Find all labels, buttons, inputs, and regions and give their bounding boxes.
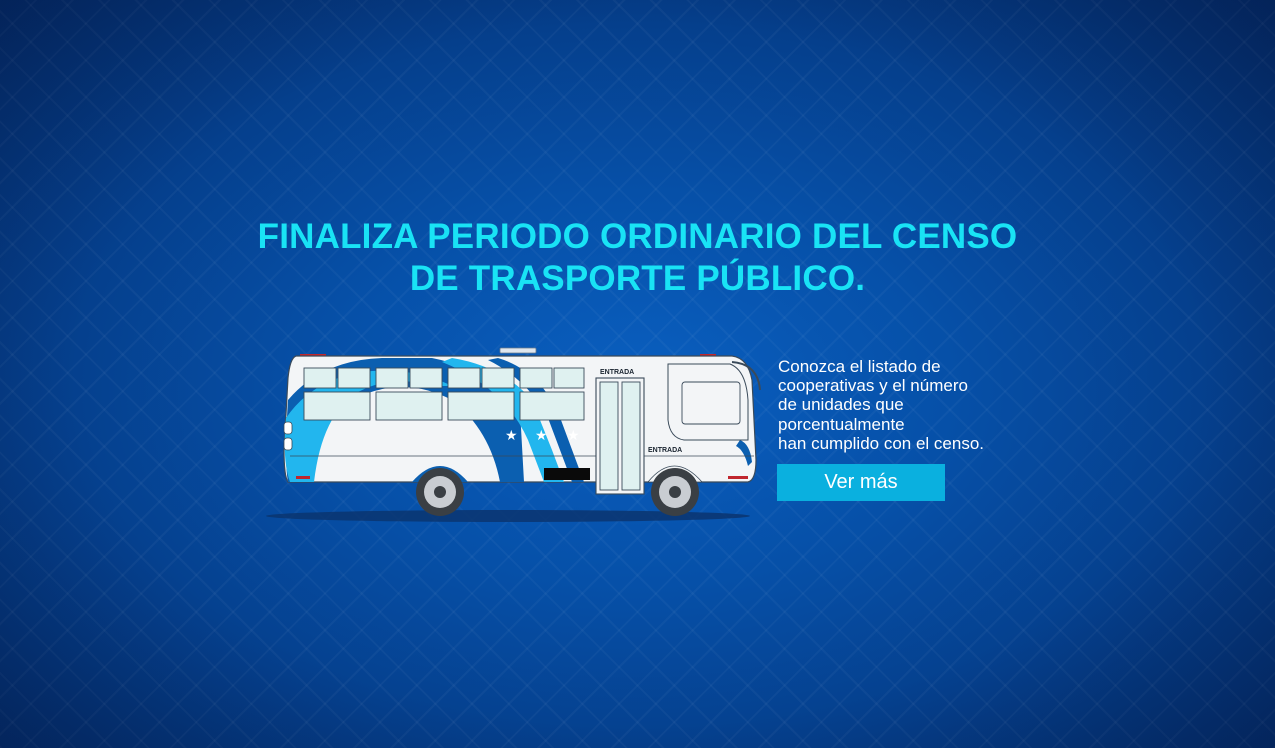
headline-line-2: DE TRASPORTE PÚBLICO. <box>409 259 866 298</box>
info-line-4: porcentualmente <box>778 414 905 434</box>
bus-front-light <box>728 476 748 479</box>
info-line-2: cooperativas y el número <box>778 376 968 396</box>
page-title: FINALIZA PERIODO ORDINARIO DEL CENSO DE … <box>0 216 1275 300</box>
bus-door <box>595 377 645 495</box>
bus-rear-light <box>296 476 310 479</box>
bus-plate <box>544 468 590 480</box>
bus-illustration: ★ ★ ★ ENTRADA ENTRADA <box>266 347 761 522</box>
bus-star-1: ★ <box>505 428 518 444</box>
bus-star-2: ★ <box>535 428 548 444</box>
ver-mas-button[interactable]: Ver más <box>777 464 945 501</box>
info-line-5: han cumplido con el censo. <box>778 433 985 453</box>
bus-door-label: ENTRADA <box>600 369 634 376</box>
info-line-1: Conozca el listado de <box>778 357 941 376</box>
bus-wheel-rear <box>416 468 464 516</box>
bus-star-3: ★ <box>567 428 580 444</box>
headline-line-1: FINALIZA PERIODO ORDINARIO DEL CENSO <box>257 217 1018 256</box>
bus-roof-hatch <box>499 347 537 354</box>
bus-front-window <box>681 381 741 425</box>
bus-wheel-front <box>651 468 699 516</box>
bus-side-label: ENTRADA <box>648 447 682 454</box>
info-line-3: de unidades que <box>778 395 904 415</box>
info-text: Conozca el listado de cooperativas y el … <box>778 357 1018 453</box>
